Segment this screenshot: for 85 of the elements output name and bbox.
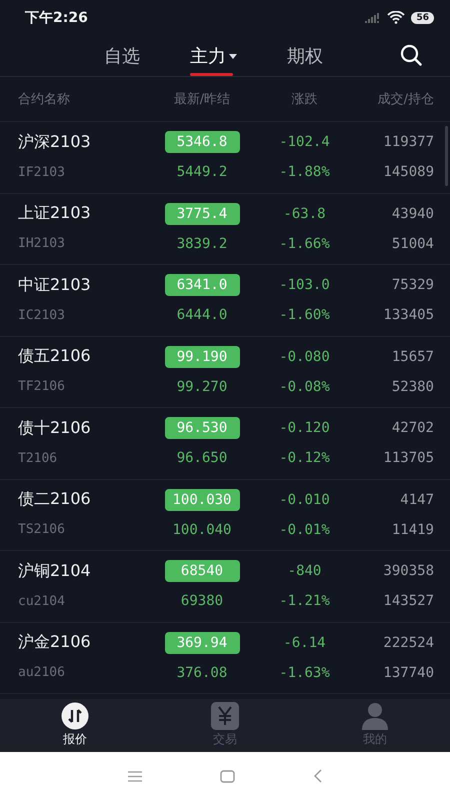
volume-value: 43940 [390,206,435,222]
menu-icon[interactable] [128,770,142,782]
volume-value: 4147 [399,492,435,508]
volume-value: 75329 [390,277,435,294]
tab[interactable]: 自选 [98,32,146,76]
price-badge: 100.030 [164,488,240,511]
tab[interactable]: 主力 [184,32,243,76]
change-percent: -1.66% [278,236,331,252]
change-value: -0.010 [278,492,331,508]
contract-code: au2106 [17,665,66,680]
contract-code: T2106 [17,450,58,466]
change-value: -6.14 [282,634,327,651]
status-time: 下午2:26 [25,8,88,26]
price-badge: 99.190 [164,346,240,368]
contract-code: TS2106 [17,522,66,538]
contract-name[interactable]: 上证2103 [0,203,135,224]
open-interest: 113705 [382,450,435,466]
caret-icon [229,54,237,58]
up-down-arrows-icon [60,702,90,730]
price-badge: 369.94 [164,632,240,654]
change-value: -102.4 [278,134,331,150]
contract-code: IF2103 [17,164,66,180]
change-percent: -1.60% [278,307,331,324]
change-percent: -0.12% [278,450,331,466]
column-header: 合约名称 [17,91,71,108]
change-percent: -0.08% [278,378,331,395]
search-icon[interactable] [400,44,422,66]
settle-price: 376.08 [176,664,228,681]
contract-code: cu2104 [17,594,66,609]
change-value: -0.080 [278,348,331,365]
open-interest: 52380 [390,378,435,395]
change-value: -0.120 [278,420,331,436]
price-badge: 68540 [164,560,240,582]
contract-name[interactable]: 债十2106 [0,418,135,439]
price-badge: 3775.4 [164,202,240,225]
change-value: -103.0 [278,277,331,294]
volume-value: 119377 [382,134,435,150]
settle-price: 69380 [180,593,224,610]
change-percent: -1.63% [278,664,331,681]
open-interest: 143527 [382,593,435,610]
battery-level: 56 [411,12,434,24]
column-header: 涨跌 [290,91,318,108]
change-percent: -1.21% [278,593,331,610]
scrollbar [445,126,448,186]
volume-value: 390358 [382,563,435,580]
price-badge: 6341.0 [164,274,240,296]
open-interest: 51004 [390,236,435,252]
contract-code: IH2103 [17,236,66,252]
column-header: 成交/持仓 [376,91,435,108]
contract-name[interactable]: 中证2103 [0,274,135,296]
contract-name[interactable]: 沪铜2104 [0,560,135,582]
tab[interactable]: 期权 [281,32,329,76]
open-interest: 11419 [390,522,435,538]
wifi-icon [387,11,406,24]
price-badge: 96.530 [164,417,240,440]
open-interest: 133405 [382,307,435,324]
home-icon[interactable] [220,770,235,782]
change-percent: -1.88% [278,164,331,180]
price-badge: 5346.8 [164,131,240,154]
settle-price: 5449.2 [176,164,228,180]
signal-icon [365,12,382,22]
column-header: 最新/昨结 [172,91,232,108]
back-icon[interactable] [313,769,322,783]
contract-code: TF2106 [17,379,66,394]
nav-item[interactable]: 报价 [0,699,150,751]
settle-price: 6444.0 [176,307,228,324]
contract-name[interactable]: 债五2106 [0,346,135,368]
volume-value: 15657 [390,348,435,365]
person-icon [360,702,390,730]
contract-name[interactable]: 沪金2106 [0,632,135,654]
change-value: -63.8 [282,206,327,222]
contract-code: IC2103 [17,308,66,323]
open-interest: 137740 [382,664,435,681]
volume-value: 42702 [390,420,435,436]
contract-name[interactable]: 沪深2103 [0,132,135,153]
settle-price: 3839.2 [176,236,228,252]
contract-name[interactable]: 债二2106 [0,489,135,510]
change-value: -840 [286,563,322,580]
settle-price: 99.270 [176,378,228,395]
yen-icon [210,702,240,730]
open-interest: 145089 [382,164,435,180]
volume-value: 222524 [382,634,435,651]
settle-price: 96.650 [176,450,228,466]
settle-price: 100.040 [171,522,232,538]
change-percent: -0.01% [278,522,331,538]
